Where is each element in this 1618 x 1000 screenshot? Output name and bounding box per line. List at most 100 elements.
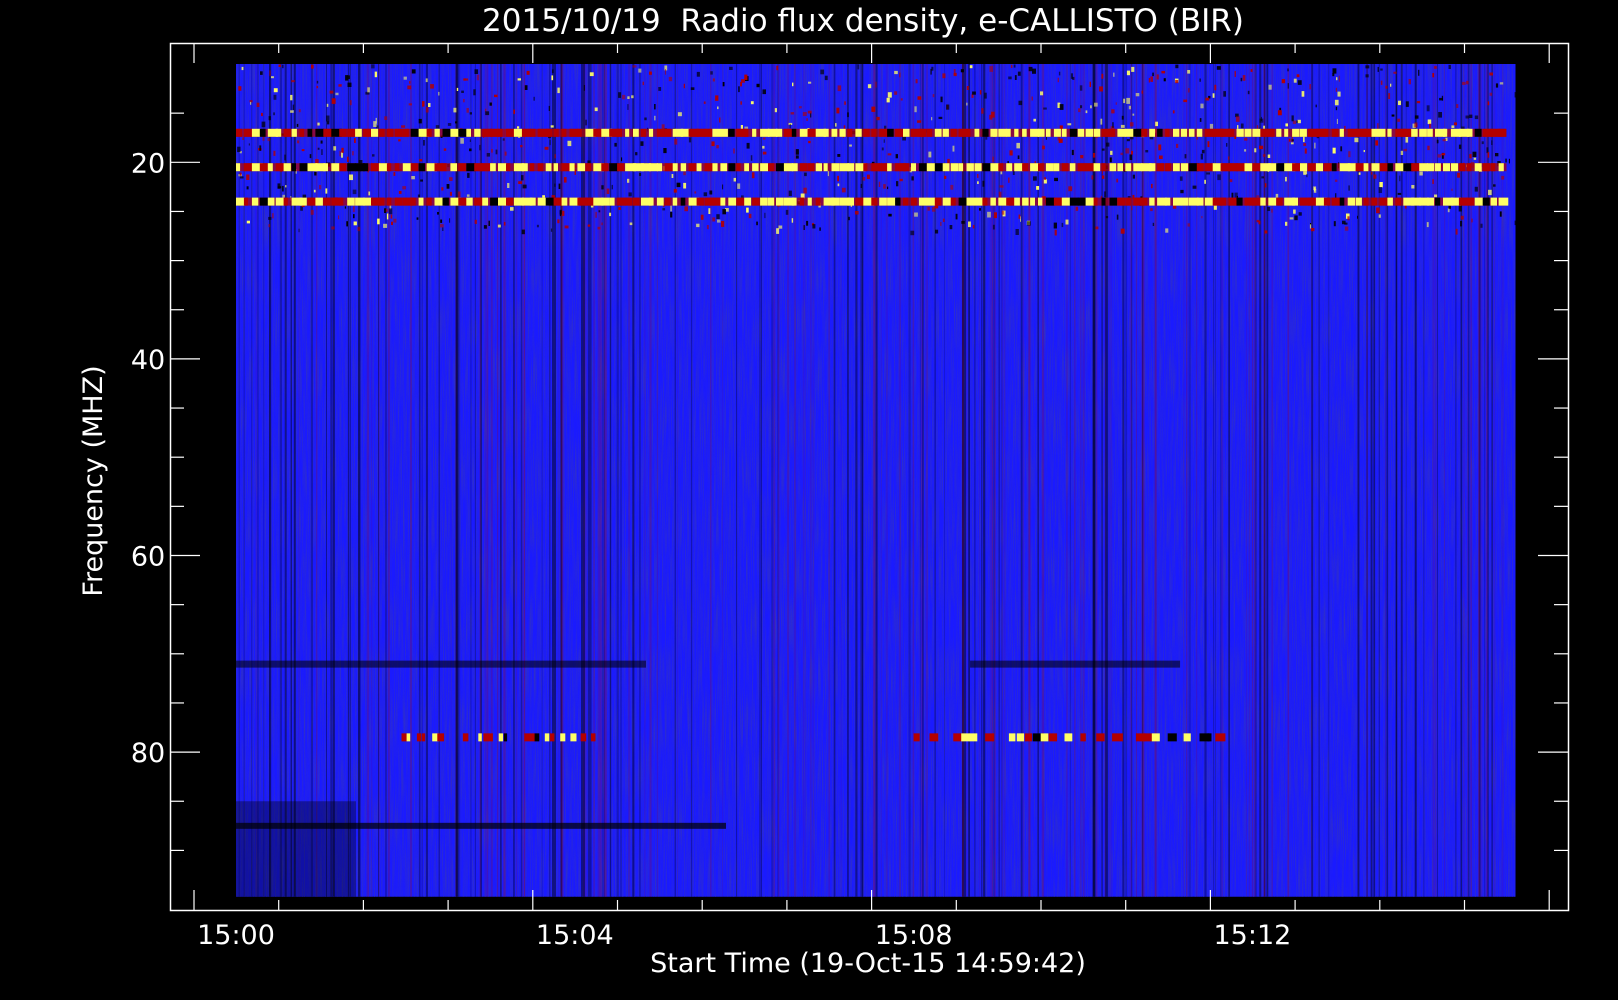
spectrogram-noise-speck (411, 69, 416, 74)
spectrogram-stripe (457, 64, 459, 897)
spectrogram-noise-speck (1499, 82, 1504, 85)
spectrogram-noise-speck (1259, 118, 1264, 123)
spectrogram-stripe (497, 64, 499, 897)
spectrogram-noise-speck (710, 71, 713, 75)
spectrogram-noise-speck (248, 143, 250, 146)
band-segment (585, 163, 591, 172)
spectrogram-noise-speck (1105, 142, 1110, 147)
band-segment (823, 128, 829, 137)
band-segment (236, 128, 243, 137)
spectrogram-noise-speck (1089, 81, 1091, 87)
band-segment (918, 163, 928, 172)
spectrogram-noise-speck (938, 116, 943, 119)
spectrogram-noise-speck (762, 151, 767, 155)
band-segment (807, 197, 812, 206)
spectrogram-stripe (515, 64, 518, 897)
band-segment (903, 163, 909, 172)
spectrogram-noise-speck (1017, 71, 1021, 76)
spectrogram-noise-speck (1053, 222, 1057, 229)
spectrogram-noise-speck (899, 178, 903, 182)
band-segment (982, 163, 992, 172)
band-segment (363, 163, 369, 172)
spectrogram-noise-speck (715, 95, 719, 101)
spectrogram-noise-speck (1034, 161, 1036, 164)
spectrogram-noise-speck (1414, 122, 1418, 128)
band-segment (696, 197, 704, 206)
band-segment (1077, 128, 1085, 137)
spectrogram-noise-speck (1297, 119, 1301, 124)
band-segment (1268, 128, 1275, 137)
band-segment (958, 128, 968, 137)
spectrogram-noise-speck (246, 186, 249, 190)
spectrogram-noise-speck (1071, 149, 1074, 156)
band-segment (736, 163, 741, 172)
spectrogram-stripe (922, 64, 924, 897)
band-segment (998, 163, 1004, 172)
spectrogram-noise-speck (1010, 64, 1013, 68)
spectrogram-noise-speck (1179, 176, 1183, 181)
spectrogram-noise-speck (1271, 209, 1273, 213)
spectrogram-noise-speck (1411, 185, 1415, 189)
band-segment (1188, 128, 1195, 137)
band-segment (903, 128, 910, 137)
spectrogram-noise-speck (449, 191, 452, 196)
spectrogram-noise-speck (347, 82, 352, 87)
spectrogram-noise-speck (1508, 158, 1510, 164)
spectrogram-noise-speck (640, 141, 644, 146)
band-segment (617, 197, 626, 206)
spectrogram-stripe (761, 64, 762, 897)
band-segment (1260, 197, 1266, 206)
spectrogram-stripe (316, 64, 318, 897)
spectrogram-noise-speck (774, 108, 777, 113)
spectrogram-stripe (1188, 64, 1191, 897)
band-segment (529, 163, 535, 172)
band-segment (1149, 197, 1155, 206)
band-segment (625, 197, 633, 206)
band-segment (847, 128, 853, 137)
band-segment (688, 163, 696, 172)
spectrogram-noise-speck (559, 209, 562, 215)
band-segment (236, 163, 241, 172)
spectrogram-noise-speck (409, 81, 411, 84)
spectrogram-noise-speck (469, 148, 472, 152)
spectrogram-noise-speck (627, 104, 629, 110)
band-segment (1024, 733, 1032, 742)
band-segment (590, 733, 596, 742)
spectrogram-noise-speck (992, 156, 994, 163)
spectrogram-noise-speck (776, 65, 779, 71)
spectrogram-stripe (1455, 64, 1457, 897)
band-segment (1331, 197, 1341, 206)
band-segment (831, 163, 840, 172)
y-axis-label: Frequency (MHZ) (78, 365, 109, 596)
spectrogram-noise-speck (791, 218, 794, 223)
spectrogram-stripe (371, 64, 373, 897)
band-segment (1109, 128, 1116, 137)
spectrogram-noise-speck (977, 174, 979, 178)
band-segment (839, 128, 846, 137)
x-axis-label: Start Time (19-Oct-15 14:59:42) (650, 948, 1086, 979)
spectrogram-noise-speck (639, 173, 642, 176)
spectrogram-noise-speck (1438, 112, 1442, 118)
band-segment (609, 197, 615, 206)
spectrogram-noise-speck (1439, 97, 1443, 101)
spectrogram-noise-speck (1150, 76, 1153, 82)
spectrogram-noise-speck (746, 142, 750, 149)
spectrogram-noise-speck (1112, 122, 1114, 128)
band-segment (1371, 128, 1380, 137)
spectrogram-noise-speck (1103, 191, 1106, 198)
spectrogram-noise-speck (273, 94, 277, 100)
band-segment (1308, 163, 1316, 172)
spectrogram-noise-speck (894, 70, 898, 75)
spectrogram-noise-speck (984, 92, 987, 99)
spectrogram-noise-speck (335, 92, 339, 96)
spectrogram-stripe (1266, 64, 1269, 897)
spectrogram-noise-speck (290, 110, 294, 113)
band-segment (386, 197, 392, 206)
spectrogram-noise-speck (972, 91, 976, 95)
spectrogram-dark-band (236, 660, 646, 668)
spectrogram-noise-speck (486, 153, 490, 157)
interference-band (913, 733, 1226, 742)
spectrogram-noise-speck (349, 174, 353, 181)
spectrogram-noise-speck (674, 138, 678, 145)
spectrogram-noise-speck (483, 225, 487, 229)
